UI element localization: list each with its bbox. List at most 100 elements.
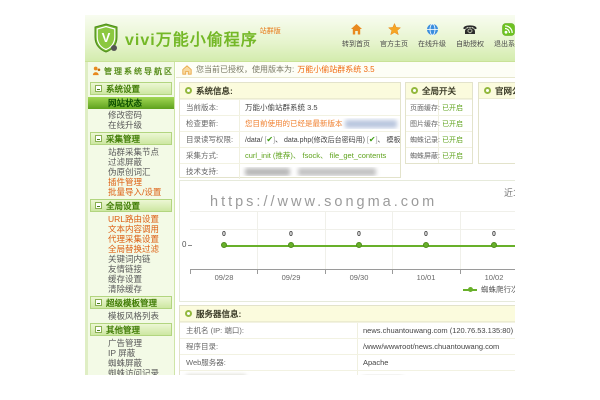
row-label <box>180 371 358 375</box>
sidebar-item-filter-block[interactable]: 过滤屏蔽 <box>88 157 174 167</box>
house-icon <box>182 65 192 75</box>
sidebar-item-plugin-management[interactable]: 插件管理 <box>88 177 174 187</box>
row-value: curl_init (推荐)、 fsock、 file_get_contents <box>240 150 400 161</box>
app-title-badge: 站群版 <box>260 26 281 36</box>
menu-item-home[interactable]: 转到首页 <box>337 22 375 49</box>
sidebar-item-template-styles[interactable]: 模板风格列表 <box>88 311 174 321</box>
row-label: 技术支持: <box>180 164 240 179</box>
check-icon: ✔ <box>369 135 376 144</box>
data-line <box>224 245 515 247</box>
table-row: 采集方式: curl_init (推荐)、 fsock、 file_get_co… <box>180 147 400 163</box>
update-status-text: 您目前使用的已经是最新版本 <box>245 119 343 128</box>
sidebar-item-online-upgrade[interactable]: 在线升级 <box>88 120 174 130</box>
legend-label: 蜘蛛爬行次数 <box>481 284 515 295</box>
switch-status: 已开启 <box>439 119 472 129</box>
sidebar-item-proxy-collect[interactable]: 代理采集设置 <box>88 234 174 244</box>
system-info-header: 系统信息: <box>180 83 400 99</box>
blurred-text <box>298 168 376 176</box>
sidebar-item-cache-settings[interactable]: 缓存设置 <box>88 274 174 284</box>
row-value: /www/wwwroot/news.chuantouwang.com <box>358 342 515 351</box>
gridline <box>392 211 393 269</box>
x-axis-label: 10/01 <box>406 273 446 282</box>
menu-item-self-license[interactable]: ☎ 自助授权 <box>451 22 489 49</box>
data-point <box>288 242 294 248</box>
gridline <box>460 211 461 269</box>
sidebar-header: 管理系统导航区 <box>88 62 174 80</box>
row-label: 主机名 (IP: 端口): <box>180 323 358 338</box>
gridline <box>190 229 515 230</box>
watermark-text: https://www.songma.com <box>210 194 437 210</box>
announcement-header: 官网公告 <box>479 83 515 99</box>
sidebar-item-ad-management[interactable]: 广告管理 <box>88 338 174 348</box>
x-axis-label: 09/28 <box>204 273 244 282</box>
separator: 、 <box>378 137 385 144</box>
sidebar-item-site-status[interactable]: 网站状态 <box>88 97 174 109</box>
row-value <box>358 374 515 375</box>
panel-title: 服务器信息: <box>196 308 241 320</box>
person-icon <box>92 65 101 77</box>
table-row: 图片缓存: 已开启 <box>406 115 472 131</box>
sidebar-item-spider-block[interactable]: 蜘蛛屏蔽 <box>88 358 174 368</box>
screenshot-canvas: V vivi万能小偷程序 站群版 转到首页 官方主页 <box>0 0 600 400</box>
notice-version: 万能小偷站群系统 3.5 <box>297 64 374 75</box>
sidebar-section-collect-management[interactable]: 采集管理 <box>90 132 172 145</box>
table-row: Web服务器: Apache <box>180 354 515 370</box>
gridline <box>257 211 258 269</box>
table-row: 技术支持: <box>180 163 400 179</box>
menu-item-label: 官方主页 <box>375 39 413 49</box>
row-label: 页面缓存: <box>406 100 439 115</box>
x-axis-tick <box>190 270 191 274</box>
legend-line-marker-icon <box>463 289 477 291</box>
top-menu: 转到首页 官方主页 在线升级 ☎ 自 <box>337 22 515 49</box>
app-header: V vivi万能小偷程序 站群版 转到首页 官方主页 <box>85 15 515 62</box>
gridline <box>190 211 515 212</box>
sidebar-section-other-management[interactable]: 其他管理 <box>90 323 172 336</box>
sidebar-item-clear-cache[interactable]: 清除缓存 <box>88 284 174 294</box>
menu-item-logout[interactable]: 退出系统 <box>489 22 515 49</box>
section-label: 超级模板管理 <box>106 297 157 309</box>
sidebar-section-template-management[interactable]: 超级模板管理 <box>90 296 172 309</box>
sidebar-item-change-password[interactable]: 修改密码 <box>88 110 174 120</box>
table-row: 目录读写权限: /data/ [✔]、 data.php(修改后台密码用) [✔… <box>180 131 400 147</box>
x-axis-label: 09/29 <box>271 273 311 282</box>
separator: 、 <box>275 137 282 144</box>
sidebar-item-keyword-links[interactable]: 关键词内链 <box>88 254 174 264</box>
sidebar-item-ip-block[interactable]: IP 屏蔽 <box>88 348 174 358</box>
collapse-icon <box>95 85 102 92</box>
sidebar-item-text-content[interactable]: 文本内容调用 <box>88 224 174 234</box>
blurred-text <box>345 120 397 128</box>
global-switch-header: 全局开关 <box>406 83 472 99</box>
row-label: 目录读写权限: <box>180 132 240 147</box>
switch-status: 已开启 <box>439 151 472 161</box>
sidebar: 管理系统导航区 系统设置 网站状态 修改密码 在线升级 采集管理 站群采集节点 … <box>85 62 175 375</box>
menu-item-label: 自助授权 <box>451 39 489 49</box>
sidebar-item-url-route[interactable]: URL路由设置 <box>88 214 174 224</box>
sidebar-section-system-settings[interactable]: 系统设置 <box>90 82 172 95</box>
perm-path: 模板目录(在线升级用) <box>386 137 400 144</box>
sidebar-item-spider-log[interactable]: 蜘蛛访问记录 <box>88 368 174 375</box>
row-label: 蜘蛛屏蔽: <box>406 148 439 163</box>
svg-text:V: V <box>102 30 111 45</box>
menu-item-official-site[interactable]: 官方主页 <box>375 22 413 49</box>
table-row: 蜘蛛屏蔽: 已开启 <box>406 147 472 163</box>
switch-status: 已开启 <box>439 103 472 113</box>
table-row: 检查更新: 您目前使用的已经是最新版本 <box>180 115 400 131</box>
ring-icon <box>185 87 192 94</box>
sidebar-item-pseudo-original[interactable]: 伪原创词汇 <box>88 167 174 177</box>
sidebar-item-collect-nodes[interactable]: 站群采集节点 <box>88 147 174 157</box>
sidebar-item-friend-links[interactable]: 友情链接 <box>88 264 174 274</box>
y-axis-tick-label: 0 <box>182 240 186 249</box>
perm-path: /data/ <box>245 137 263 144</box>
sidebar-item-global-replace[interactable]: 全局替换过滤 <box>88 244 174 254</box>
gridline <box>325 211 326 269</box>
menu-item-online-upgrade[interactable]: 在线升级 <box>413 22 451 49</box>
sidebar-section-global-settings[interactable]: 全局设置 <box>90 199 172 212</box>
home-icon <box>337 22 375 37</box>
panel-title: 官网公告 <box>495 85 515 97</box>
app-title: vivi万能小偷程序 <box>125 26 258 50</box>
table-row: 蜘蛛记录: 已开启 <box>406 131 472 147</box>
sidebar-item-batch-import[interactable]: 批量导入/设置 <box>88 187 174 197</box>
blurred-text <box>245 168 290 176</box>
spider-crawl-chart: 近1 https://www.songma.com 0 0 0 0 0 0 <box>179 180 515 302</box>
x-axis-label: 10/02 <box>474 273 514 282</box>
